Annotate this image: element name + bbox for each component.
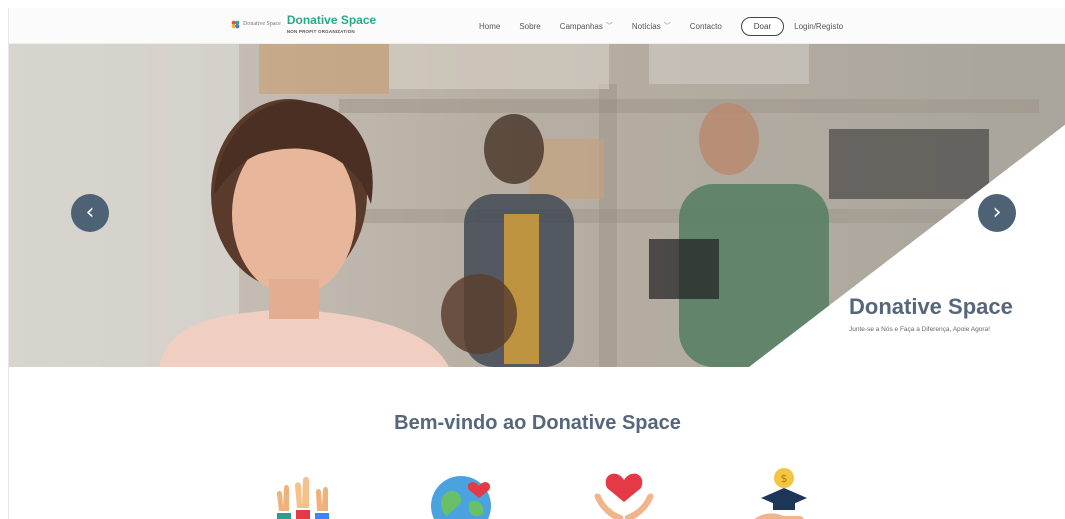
- page: Donative Space Donative Space NON PROFIT…: [8, 8, 1065, 519]
- heart-hands-icon: [594, 473, 654, 519]
- brand-subtitle: NON PROFIT ORGANIZATION: [286, 29, 355, 34]
- nav-sobre[interactable]: Sobre: [519, 22, 540, 31]
- nav-contacto-label: Contacto: [689, 21, 722, 31]
- carousel-prev-button[interactable]: ‹: [71, 194, 109, 232]
- graduation-coin-icon: $: [754, 468, 807, 519]
- chevron-left-icon: ‹: [85, 200, 95, 225]
- login-register-link[interactable]: Login/Registo: [794, 22, 843, 31]
- chevron-down-icon: ﹀: [605, 23, 613, 30]
- brand-logo[interactable]: Donative Space Donative Space NON PROFIT…: [231, 14, 376, 34]
- globe-heart-icon: [431, 476, 491, 519]
- nav-noticias[interactable]: Notícias ﹀: [632, 21, 671, 31]
- hero-title: Donative Space: [849, 294, 1013, 319]
- nav-contacto[interactable]: Contacto: [690, 22, 722, 31]
- brand-title: Donative Space: [286, 13, 377, 27]
- hero-carousel: ‹ › Donative Space Junte-se a Nós e Faça…: [9, 44, 1065, 367]
- nav-sobre-label: Sobre: [519, 21, 541, 31]
- top-navbar: Donative Space Donative Space NON PROFIT…: [9, 8, 1065, 44]
- brand-text-block: Donative Space NON PROFIT ORGANIZATION: [286, 13, 377, 35]
- raised-hands-icon: [277, 477, 329, 519]
- nav-home[interactable]: Home: [479, 22, 500, 31]
- nav-home-label: Home: [479, 21, 501, 31]
- welcome-heading: Bem-vindo ao Donative Space: [394, 412, 681, 434]
- donate-button[interactable]: Doar: [740, 16, 785, 36]
- nav-campanhas-label: Campanhas: [559, 21, 603, 31]
- brand-small-logo: Donative Space: [231, 20, 281, 29]
- carousel-next-button[interactable]: ›: [978, 194, 1016, 232]
- nav-campanhas[interactable]: Campanhas ﹀: [560, 21, 613, 31]
- brand-flower-icon: [231, 20, 240, 28]
- brand-small-text: Donative Space: [243, 21, 281, 27]
- hero-subtitle: Junte-se a Nós e Faça a Diferença, Apoie…: [849, 326, 990, 333]
- chevron-right-icon: ›: [992, 200, 1002, 225]
- chevron-down-icon: ﹀: [663, 23, 671, 30]
- main-nav: Home Sobre Campanhas ﹀ Notícias ﹀ Contacto…: [479, 8, 843, 44]
- svg-text:$: $: [781, 472, 788, 485]
- nav-noticias-label: Notícias: [631, 21, 661, 31]
